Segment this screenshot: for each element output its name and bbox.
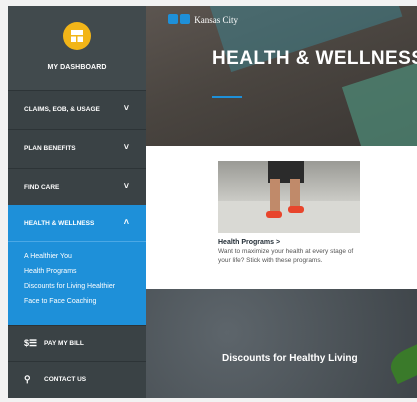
app-frame: MY DASHBOARD CLAIMS, EOB, & USAGE ˅ PLAN… (8, 6, 417, 398)
discounts-banner[interactable]: Discounts for Healthy Living (146, 289, 417, 398)
dashboard-label: MY DASHBOARD (47, 64, 107, 71)
nav-item-plan-benefits[interactable]: PLAN BENEFITS ˅ (8, 129, 146, 168)
nav-item-label: PLAN BENEFITS (24, 145, 76, 152)
main-content: Kansas City HEALTH & WELLNESS Health Pro… (146, 6, 417, 398)
nav-item-claims[interactable]: CLAIMS, EOB, & USAGE ˅ (8, 90, 146, 129)
logo-mark-icon (168, 14, 178, 24)
chevron-down-icon: ˅ (123, 181, 129, 191)
bill-icon: $☰ (24, 338, 38, 348)
chevron-up-icon: ˄ (123, 217, 129, 227)
health-programs-link[interactable]: Health Programs > (218, 239, 280, 246)
nav-item-label: FIND CARE (24, 184, 60, 191)
shield-icon (180, 14, 190, 24)
dashboard-icon (63, 22, 91, 50)
health-programs-description: Want to maximize your health at every st… (218, 248, 354, 264)
sidebar: MY DASHBOARD CLAIMS, EOB, & USAGE ˅ PLAN… (8, 6, 146, 398)
discounts-title: Discounts for Healthy Living (222, 353, 358, 364)
submenu-item-discounts[interactable]: Discounts for Living Healthier (24, 283, 115, 290)
health-wellness-submenu: A Healthier You Health Programs Discount… (8, 241, 146, 325)
location-pin-icon: ⚲ (24, 374, 31, 384)
submenu-item-coaching[interactable]: Face to Face Coaching (24, 298, 96, 305)
page-title: HEALTH & WELLNESS (212, 48, 417, 69)
pay-my-bill-label: PAY MY BILL (44, 340, 84, 347)
chevron-down-icon: ˅ (123, 142, 129, 152)
title-underline (212, 96, 242, 98)
leaf-decoration (385, 341, 417, 385)
nav-item-health-wellness[interactable]: HEALTH & WELLNESS ˄ (8, 205, 146, 241)
contact-us-link[interactable]: ⚲ CONTACT US (8, 361, 146, 398)
logo-text: Kansas City (194, 15, 238, 25)
nav-item-label: CLAIMS, EOB, & USAGE (24, 106, 100, 113)
chevron-down-icon: ˅ (123, 103, 129, 113)
dashboard-link[interactable]: MY DASHBOARD (8, 6, 146, 90)
submenu-item-healthier-you[interactable]: A Healthier You (24, 253, 72, 260)
hero-banner: Kansas City HEALTH & WELLNESS (146, 6, 417, 146)
pay-my-bill-link[interactable]: $☰ PAY MY BILL (8, 325, 146, 361)
nav-item-find-care[interactable]: FIND CARE ˅ (8, 168, 146, 207)
health-programs-card: Health Programs > Want to maximize your … (146, 146, 417, 289)
contact-us-label: CONTACT US (44, 376, 87, 383)
brand-logo[interactable]: Kansas City (168, 14, 238, 25)
runner-photo[interactable] (218, 161, 360, 233)
nav-item-label: HEALTH & WELLNESS (24, 220, 95, 227)
submenu-item-health-programs[interactable]: Health Programs (24, 268, 77, 275)
